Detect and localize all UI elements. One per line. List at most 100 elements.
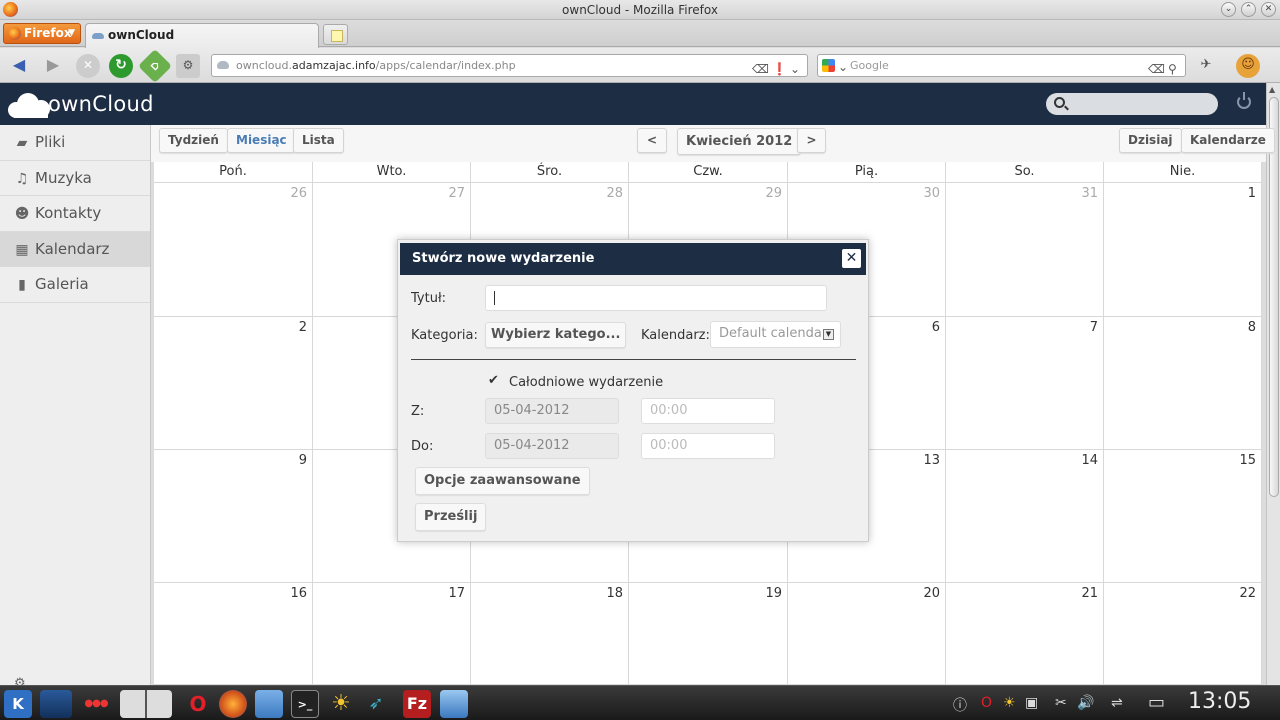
sidebar-item-files[interactable]: ▰ Pliki [0, 125, 150, 161]
sidebar-item-calendar[interactable]: ▦ Kalendarz [0, 231, 150, 268]
sidebar-item-gallery[interactable]: ▮ Galeria [0, 267, 150, 303]
calendar-day-cell[interactable]: 21 [946, 583, 1104, 685]
event-title-input[interactable] [485, 285, 827, 311]
scrollbar-thumb[interactable] [1269, 97, 1279, 497]
home-icon[interactable]: ⌂ [138, 49, 172, 83]
info-icon[interactable]: ⓘ [953, 695, 967, 715]
calendar-day-cell[interactable]: 1 [1104, 183, 1262, 317]
calendar-day-cell[interactable]: 31 [946, 183, 1104, 317]
bookmark-star-icon[interactable]: ❗ [772, 59, 787, 80]
sidebar-item-music[interactable]: ♫ Muzyka [0, 161, 150, 197]
sidebar-item-label: Kontakty [35, 204, 102, 223]
day-number: 8 [1247, 320, 1256, 335]
calendar-day-cell[interactable]: 15 [1104, 450, 1262, 583]
clear-search-icon[interactable]: ⌫ [1148, 59, 1165, 80]
allday-checkbox[interactable]: ✔ [488, 374, 501, 387]
chevron-down-icon[interactable]: ⌄ [838, 57, 848, 78]
page-scrollbar[interactable]: ▲ [1266, 83, 1280, 685]
greasemonkey-icon[interactable]: ☺ [1236, 54, 1260, 78]
owncloud-search-input[interactable] [1046, 93, 1218, 115]
category-label: Kategoria: [411, 328, 478, 343]
activity-icon[interactable]: ●●● [82, 690, 110, 718]
opera-tray-icon[interactable]: O [981, 695, 992, 711]
reload-icon[interactable]: ↻ [109, 54, 133, 78]
today-button[interactable]: Dzisiaj [1119, 128, 1182, 153]
calendar-day-cell[interactable]: 19 [629, 583, 788, 685]
minimize-icon[interactable]: ⌄ [1221, 2, 1236, 17]
kde-menu-icon[interactable]: K [4, 690, 32, 718]
calendar-day-cell[interactable]: 17 [313, 583, 471, 685]
day-number: 17 [448, 586, 465, 601]
list-view-button[interactable]: Lista [293, 128, 344, 153]
opera-icon[interactable]: O [184, 690, 212, 718]
new-event-dialog: Stwórz nowe wydarzenie ✕ Tytuł: Kategori… [397, 239, 869, 542]
sidebar-item-contacts[interactable]: ☻ Kontakty [0, 196, 150, 232]
weather-icon[interactable]: ☀ [327, 690, 355, 718]
calendar-day-cell[interactable]: 9 [154, 450, 313, 583]
owncloud-logo[interactable]: ownCloud [8, 89, 153, 119]
calendar-day-cell[interactable]: 14 [946, 450, 1104, 583]
back-icon[interactable]: ◀ [7, 54, 31, 78]
day-number: 28 [606, 186, 623, 201]
addon-icon[interactable]: ⚙ [176, 54, 200, 78]
calendar-select[interactable]: Default calendar ▼ [710, 321, 841, 348]
calendar-day-cell[interactable]: 20 [788, 583, 946, 685]
maximize-icon[interactable]: ⌃ [1241, 2, 1256, 17]
month-view-button[interactable]: Miesiąc [227, 128, 296, 153]
calendar-day-cell[interactable]: 26 [154, 183, 313, 317]
desktop-icon[interactable] [40, 690, 72, 718]
search-bar[interactable]: ⌄ Google ⌫ ⚲ [817, 54, 1186, 77]
week-view-button[interactable]: Tydzień [159, 128, 228, 153]
from-date-input[interactable]: 05-04-2012 [485, 398, 619, 424]
calendar-day-cell[interactable]: 18 [471, 583, 629, 685]
close-icon[interactable]: ✕ [842, 249, 861, 268]
stop-icon[interactable]: ✕ [76, 54, 100, 78]
from-time-input[interactable]: 00:00 [641, 398, 775, 424]
new-tab-button[interactable] [323, 24, 348, 45]
calendar-day-cell[interactable]: 2 [154, 317, 313, 450]
file-manager-icon[interactable] [255, 690, 283, 718]
addon-puzzle-icon[interactable]: ✈ [1194, 54, 1218, 78]
dolphin-icon[interactable]: ➶ [362, 690, 390, 718]
next-month-button[interactable]: > [797, 128, 826, 153]
firefox-icon[interactable] [219, 690, 247, 718]
prev-month-button[interactable]: < [637, 128, 667, 153]
sidebar-item-label: Galeria [35, 275, 89, 294]
select-category-button[interactable]: Wybierz katego... [485, 322, 627, 348]
weather-tray-icon[interactable]: ☀ [1003, 695, 1016, 711]
day-number: 2 [298, 320, 307, 335]
submit-button[interactable]: Prześlij [415, 503, 487, 531]
scroll-up-icon[interactable]: ▲ [1269, 85, 1275, 94]
to-date-input[interactable]: 05-04-2012 [485, 433, 619, 459]
new-window-icon[interactable] [440, 690, 468, 718]
day-number: 9 [298, 453, 307, 468]
url-bar[interactable]: owncloud.adamzajac.info/apps/calendar/in… [211, 54, 808, 77]
to-time-input[interactable]: 00:00 [641, 433, 775, 459]
day-number: 27 [448, 186, 465, 201]
clock[interactable]: 13:05 [1188, 689, 1251, 714]
usb-icon[interactable]: ⇌ [1111, 695, 1123, 711]
calendar-day-cell[interactable]: 7 [946, 317, 1104, 450]
clipboard-icon[interactable]: ✂ [1055, 695, 1067, 711]
calendar-day-cell[interactable]: 8 [1104, 317, 1262, 450]
pager-icon[interactable] [120, 690, 172, 718]
terminal-icon[interactable]: >_ [291, 690, 319, 718]
search-icon[interactable]: ⚲ [1168, 59, 1177, 80]
calendars-button[interactable]: Kalendarze [1181, 128, 1275, 153]
battery-icon[interactable]: ▭ [1148, 692, 1165, 713]
day-number: 16 [290, 586, 307, 601]
clear-url-icon[interactable]: ⌫ [752, 59, 769, 80]
logout-icon[interactable] [1237, 92, 1251, 109]
forward-icon[interactable]: ▶ [41, 54, 65, 78]
volume-icon[interactable]: 🔊 [1077, 695, 1094, 711]
display-icon[interactable]: ▣ [1025, 695, 1038, 711]
dialog-title: Stwórz nowe wydarzenie [412, 251, 595, 266]
close-window-icon[interactable]: ✕ [1261, 2, 1276, 17]
url-dropdown-icon[interactable]: ⌄ [790, 59, 800, 80]
filezilla-icon[interactable]: Fz [403, 690, 431, 718]
firefox-menu-button[interactable]: Firefox ▼ [3, 23, 81, 44]
calendar-day-cell[interactable]: 16 [154, 583, 313, 685]
advanced-options-button[interactable]: Opcje zaawansowane [415, 467, 590, 495]
tab-owncloud[interactable]: ownCloud [85, 23, 319, 48]
calendar-day-cell[interactable]: 22 [1104, 583, 1262, 685]
